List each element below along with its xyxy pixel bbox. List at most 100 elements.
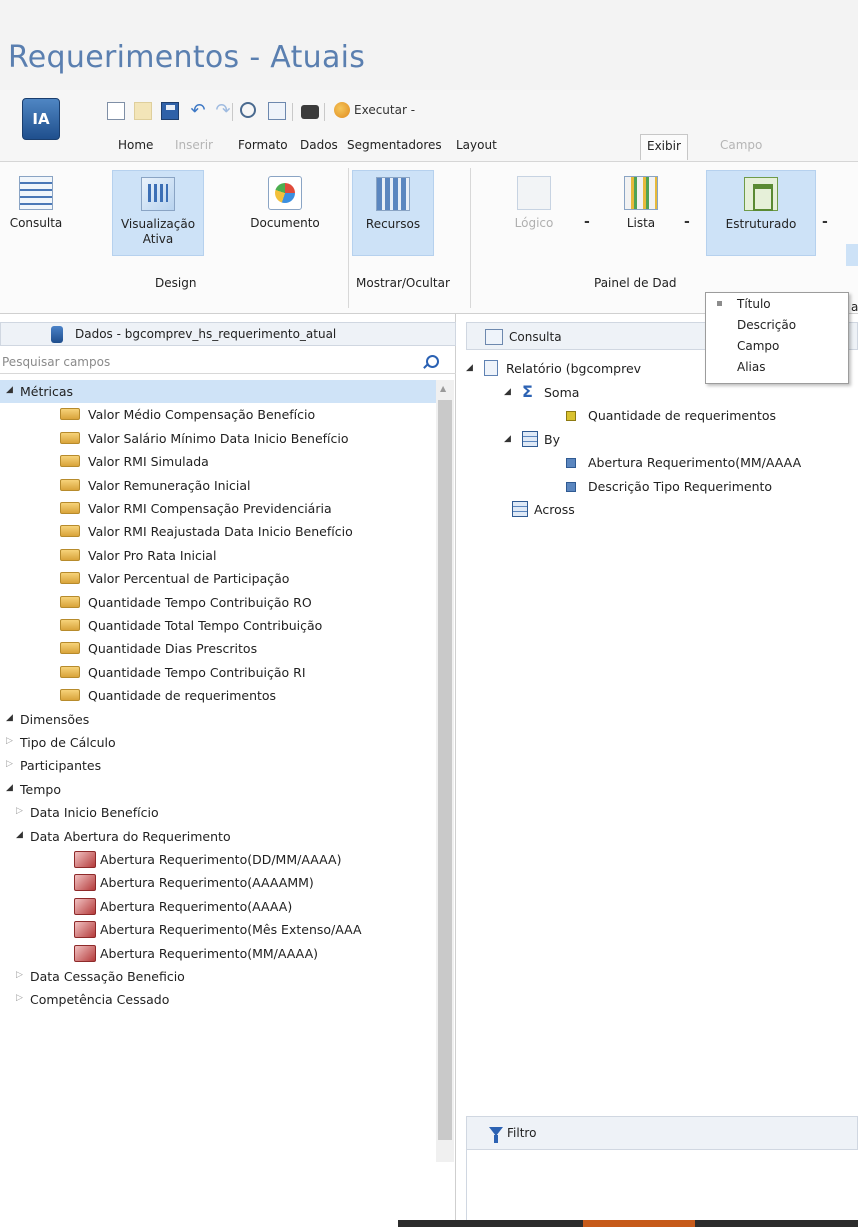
filter-panel-header: Filtro (466, 1116, 858, 1150)
tree-field[interactable]: Quantidade Tempo Contribuição RI (0, 661, 436, 684)
query-tree-item[interactable]: Across (466, 499, 858, 521)
open-folder-icon[interactable] (134, 102, 152, 120)
tree-item-label: Quantidade Total Tempo Contribuição (88, 618, 323, 633)
tree-group[interactable]: ▷ Data Inicio Benefício (0, 801, 436, 824)
expanded-arrow-icon[interactable]: ◢ (6, 713, 13, 723)
collapsed-arrow-icon[interactable]: ▷ (6, 759, 13, 769)
cut-off-text: a (851, 300, 858, 314)
logico-dropdown-arrow[interactable]: - (584, 214, 590, 230)
tab-exibir[interactable]: Exibir (640, 134, 688, 160)
tree-field[interactable]: Valor Remuneração Inicial (0, 474, 436, 497)
dimension-field-icon (566, 481, 576, 492)
query-panel: Consulta ◢ Relatório (bgcomprev ◢ Σ Soma Quan… (466, 314, 858, 1227)
menu-item-descricao[interactable]: Descrição (737, 318, 796, 332)
view-options-dropdown: Título Descrição Campo Alias (705, 292, 849, 384)
tree-field[interactable]: Valor RMI Simulada (0, 450, 436, 473)
run-icon (334, 102, 350, 118)
tree-field[interactable]: Quantidade Total Tempo Contribuição (0, 614, 436, 637)
consulta-icon (19, 176, 53, 210)
consulta-button[interactable]: Consulta (6, 170, 66, 256)
visualizacao-ativa-button[interactable]: Visualização Ativa (112, 170, 204, 256)
tree-field[interactable]: Abertura Requerimento(AAAAMM) (0, 871, 436, 894)
tree-group[interactable]: ▷ Participantes (0, 754, 436, 777)
expanded-arrow-icon[interactable]: ◢ (6, 385, 13, 395)
tree-field[interactable]: Abertura Requerimento(DD/MM/AAAA) (0, 848, 436, 871)
filter-panel-body[interactable] (466, 1150, 858, 1227)
tree-field[interactable]: Quantidade de requerimentos (0, 684, 436, 707)
tab-layout[interactable]: Layout (456, 138, 497, 152)
tree-group[interactable]: ▷ Tipo de Cálculo (0, 731, 436, 754)
collapsed-arrow-icon[interactable]: ▷ (6, 736, 13, 746)
menu-item-campo[interactable]: Campo (737, 339, 779, 353)
new-document-icon[interactable] (107, 102, 125, 120)
redo-icon[interactable]: ↷ (214, 102, 232, 120)
tree-group[interactable]: ◢ Métricas (0, 380, 436, 403)
menu-item-alias[interactable]: Alias (737, 360, 765, 374)
query-tree-item[interactable]: Descrição Tipo Requerimento (466, 476, 858, 498)
expanded-arrow-icon[interactable]: ◢ (466, 363, 473, 373)
tree-group[interactable]: ▷ Competência Cessado (0, 988, 436, 1011)
menu-item-titulo[interactable]: Título (737, 297, 771, 311)
query-tree-item[interactable]: Quantidade de requerimentos (466, 405, 858, 427)
tab-formato[interactable]: Formato (238, 138, 288, 152)
tree-field[interactable]: Abertura Requerimento(Mês Extenso/AAA (0, 918, 436, 941)
collapsed-arrow-icon[interactable]: ▷ (16, 970, 23, 980)
tab-inserir[interactable]: Inserir (175, 138, 213, 152)
query-tree-item[interactable]: Abertura Requerimento(MM/AAAA (466, 452, 858, 474)
lista-dropdown-arrow[interactable]: - (684, 214, 690, 230)
run-button[interactable]: Executar - (334, 100, 415, 120)
preview-icon[interactable] (240, 102, 256, 118)
estruturado-dropdown-arrow[interactable]: - (822, 214, 828, 230)
expanded-arrow-icon[interactable]: ◢ (504, 387, 511, 397)
tree-item-label: Data Abertura do Requerimento (30, 828, 231, 844)
data-panel-header: Dados - bgcomprev_hs_requerimento_atual (0, 322, 456, 346)
tree-field[interactable]: Abertura Requerimento(MM/AAAA) (0, 942, 436, 965)
tree-field[interactable]: Quantidade Dias Prescritos (0, 637, 436, 660)
tree-group[interactable]: ◢ Data Abertura do Requerimento (0, 825, 436, 848)
tree-field[interactable]: Quantidade Tempo Contribuição RO (0, 591, 436, 614)
group-label-design: Design (155, 276, 197, 290)
recursos-label: Recursos (365, 217, 421, 231)
query-icon (485, 329, 503, 345)
expanded-arrow-icon[interactable]: ◢ (6, 783, 13, 793)
tree-field[interactable]: Valor RMI Compensação Previdenciária (0, 497, 436, 520)
collapsed-arrow-icon[interactable]: ▷ (16, 993, 23, 1003)
data-panel: Dados - bgcomprev_hs_requerimento_atual … (0, 314, 456, 1227)
documento-button[interactable]: Documento (238, 170, 332, 256)
scroll-thumb[interactable] (438, 400, 452, 1140)
tree-group[interactable]: ▷ Data Cessação Beneficio (0, 965, 436, 988)
tab-segmentadores[interactable]: Segmentadores (347, 138, 442, 152)
tab-home[interactable]: Home (118, 138, 153, 152)
query-tree-item[interactable]: ◢ Σ Soma (466, 382, 858, 404)
tree-field[interactable]: Valor RMI Reajustada Data Inicio Benefíc… (0, 520, 436, 543)
tab-campo[interactable]: Campo (720, 138, 762, 152)
save-icon[interactable] (161, 102, 179, 120)
search-icon[interactable] (423, 355, 439, 369)
expanded-arrow-icon[interactable]: ◢ (504, 434, 511, 444)
tree-item-label: Data Inicio Benefício (30, 805, 159, 821)
camera-icon[interactable] (301, 105, 319, 119)
document-preview-icon[interactable] (268, 102, 286, 120)
lista-button[interactable]: Lista (612, 170, 670, 256)
query-tree-item[interactable]: ◢ By (466, 429, 858, 451)
undo-icon[interactable]: ↶ (189, 102, 207, 120)
tree-group[interactable]: ◢ Dimensões (0, 708, 436, 731)
collapsed-arrow-icon[interactable]: ▷ (16, 806, 23, 816)
tree-field[interactable]: Valor Pro Rata Inicial (0, 544, 436, 567)
expanded-arrow-icon[interactable]: ◢ (16, 830, 23, 840)
page-title: Requerimentos - Atuais (8, 40, 366, 75)
tree-field[interactable]: Valor Percentual de Participação (0, 567, 436, 590)
recursos-button[interactable]: Recursos (352, 170, 434, 256)
scrollbar[interactable]: ▲ (436, 380, 454, 1162)
logico-button[interactable]: Lógico (504, 170, 564, 256)
database-icon (51, 326, 63, 343)
tree-group[interactable]: ◢ Tempo (0, 778, 436, 801)
tab-dados[interactable]: Dados (300, 138, 338, 152)
visualizacao-label: Visualização (120, 217, 196, 231)
tree-field[interactable]: Abertura Requerimento(AAAA) (0, 895, 436, 918)
tree-field[interactable]: Valor Salário Mínimo Data Inicio Benefíc… (0, 427, 436, 450)
estruturado-button[interactable]: Estruturado (706, 170, 816, 256)
tree-field[interactable]: Valor Médio Compensação Benefício (0, 403, 436, 426)
search-input[interactable]: Pesquisar campos (0, 352, 456, 374)
scroll-up-arrow-icon[interactable]: ▲ (440, 384, 446, 393)
